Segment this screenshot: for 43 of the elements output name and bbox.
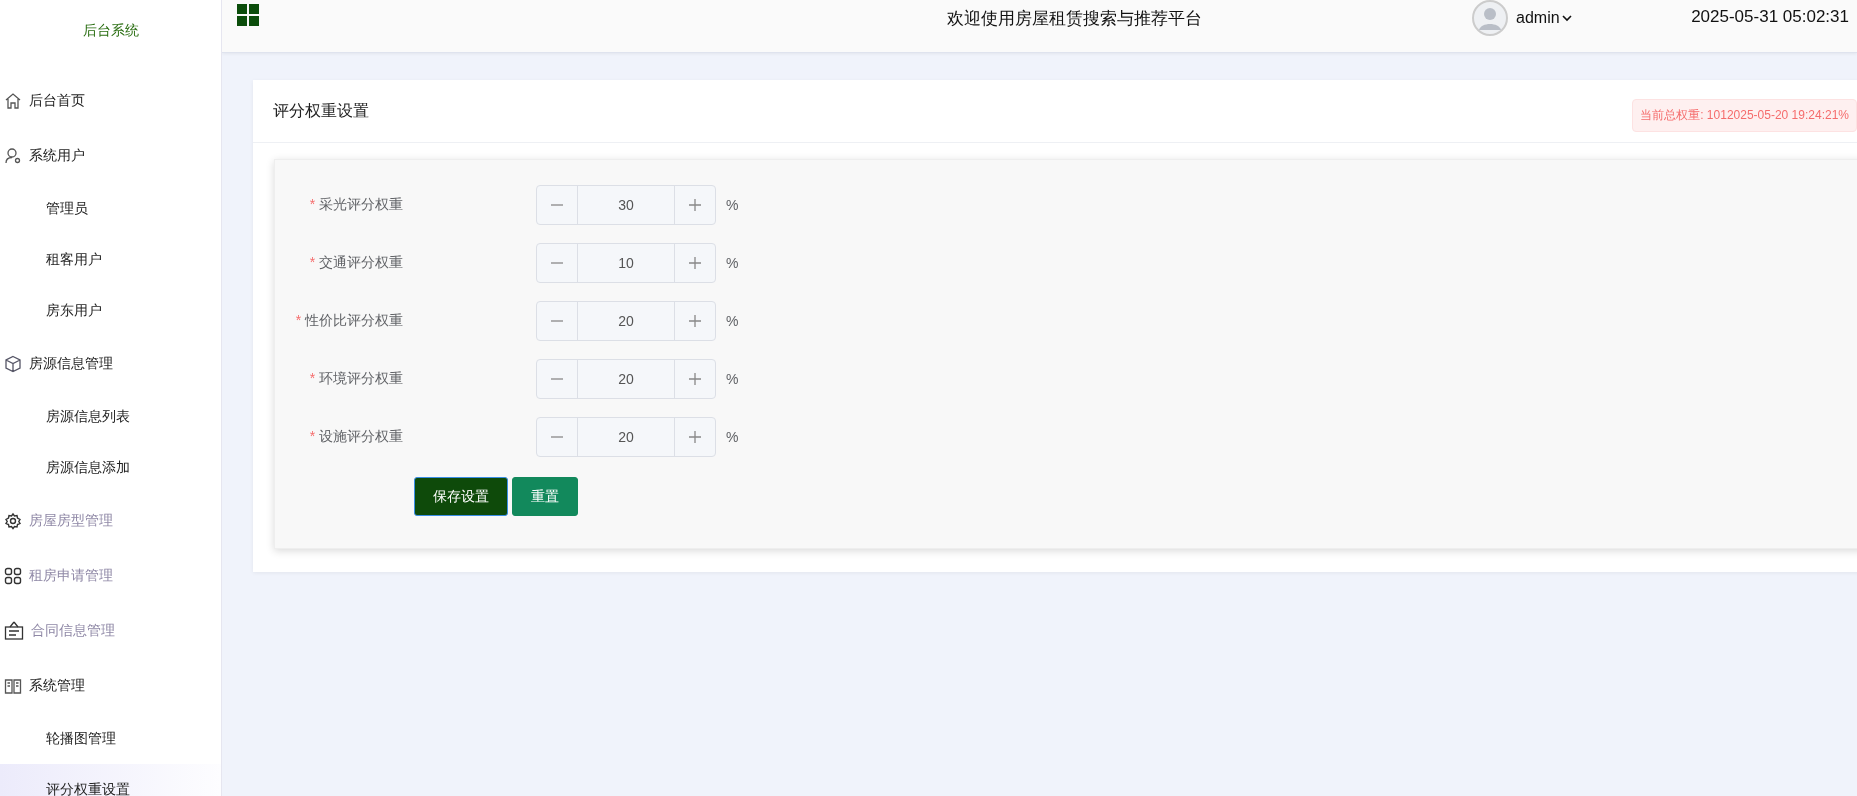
number-input[interactable]: 30	[536, 185, 716, 225]
sidebar-title: 后台系统	[82, 22, 139, 40]
unit-text: %	[726, 429, 739, 445]
field-label: * 性价比评分权重	[294, 312, 403, 330]
sidebar-submenu-item[interactable]: 租客用户	[0, 234, 221, 285]
sign-icon	[4, 620, 24, 641]
unit-text: %	[726, 313, 739, 329]
unit-text: %	[726, 371, 739, 387]
user-menu[interactable]: admin	[1516, 9, 1572, 27]
avatar-icon[interactable]	[1472, 0, 1508, 36]
datetime-text: 2025-05-31 05:02:31	[1691, 7, 1849, 27]
page-title: 欢迎使用房屋租赁搜索与推荐平台	[947, 8, 1202, 30]
sidebar-submenu-item[interactable]: 房源信息添加	[0, 442, 221, 493]
sidebar-submenu-item[interactable]: 轮播图管理	[0, 713, 221, 764]
number-input[interactable]: 20	[536, 417, 716, 457]
field-label: * 环境评分权重	[308, 370, 403, 388]
number-input[interactable]: 10	[536, 243, 716, 283]
reset-button[interactable]: 重置	[512, 477, 578, 516]
total-weight-notice: 当前总权重: 1012025-05-20 19:24:21%	[1632, 98, 1857, 132]
unit-text: %	[726, 255, 739, 271]
sidebar-submenu-item[interactable]: 房源信息列表	[0, 391, 221, 442]
user-gear-icon	[4, 146, 22, 165]
sidebar-menu-item[interactable]: 后台首页	[0, 73, 221, 128]
gear-icon	[4, 511, 22, 530]
field-label: * 采光评分权重	[308, 196, 403, 214]
field-label: * 交通评分权重	[308, 254, 403, 272]
cube-icon	[4, 354, 22, 373]
number-input[interactable]: 20	[536, 359, 716, 399]
sidebar-submenu-item[interactable]: 管理员	[0, 183, 221, 234]
card-title: 评分权重设置	[273, 100, 369, 121]
field-label: * 设施评分权重	[308, 428, 403, 446]
number-input[interactable]: 20	[536, 301, 716, 341]
home-icon	[4, 91, 22, 110]
sidebar-menu-item[interactable]: 系统管理	[0, 658, 221, 713]
grid-icon	[4, 566, 22, 585]
book-icon	[4, 676, 22, 695]
sidebar-menu-item[interactable]: 房源信息管理	[0, 336, 221, 391]
menu-toggle-icon[interactable]	[237, 4, 259, 26]
sidebar-menu-item[interactable]: 系统用户	[0, 128, 221, 183]
sidebar-submenu-item[interactable]: 房东用户	[0, 285, 221, 336]
unit-text: %	[726, 197, 739, 213]
chevron-down-icon	[1561, 14, 1572, 22]
save-button[interactable]: 保存设置	[414, 477, 508, 516]
